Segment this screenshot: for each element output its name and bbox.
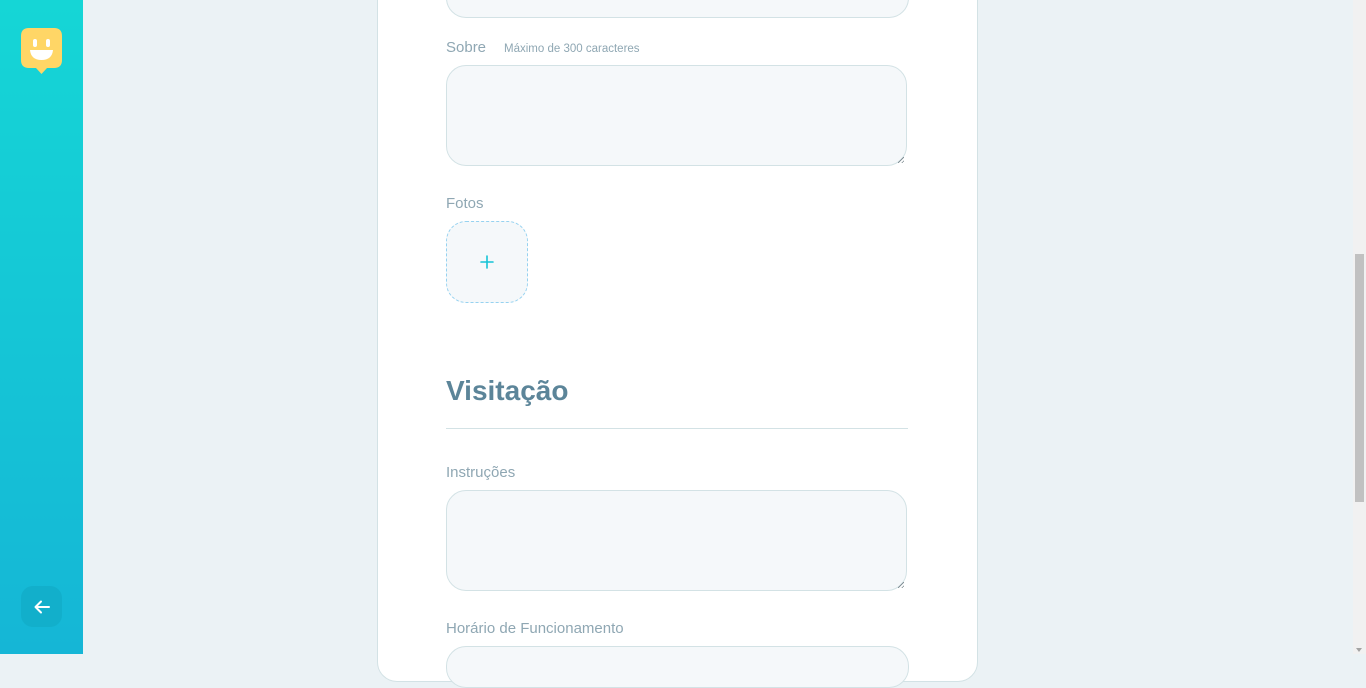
instructions-textarea[interactable] <box>446 490 907 591</box>
about-label: Sobre Máximo de 300 caracteres <box>446 39 640 56</box>
add-photo-button[interactable] <box>446 221 528 303</box>
logo-icon <box>21 28 62 75</box>
scroll-down-arrow-icon[interactable] <box>1356 648 1362 652</box>
resize-grip-icon[interactable] <box>898 582 904 588</box>
sidebar <box>0 0 83 654</box>
resize-grip-icon[interactable] <box>898 157 904 163</box>
opening-hours-label: Horário de Funcionamento <box>446 620 624 637</box>
page-scrollbar[interactable] <box>1353 0 1366 654</box>
about-textarea[interactable] <box>446 65 907 166</box>
section-divider <box>446 428 908 429</box>
about-hint: Máximo de 300 caracteres <box>504 43 640 55</box>
plus-icon <box>480 255 494 269</box>
instructions-label: Instruções <box>446 464 516 481</box>
arrow-left-icon <box>34 600 50 613</box>
photos-label: Fotos <box>446 195 484 212</box>
visitation-section-title: Visitação <box>446 375 569 406</box>
opening-hours-input[interactable] <box>446 646 909 688</box>
back-button[interactable] <box>21 586 62 627</box>
scrollbar-thumb[interactable] <box>1355 254 1364 502</box>
previous-input-field[interactable] <box>446 0 909 18</box>
